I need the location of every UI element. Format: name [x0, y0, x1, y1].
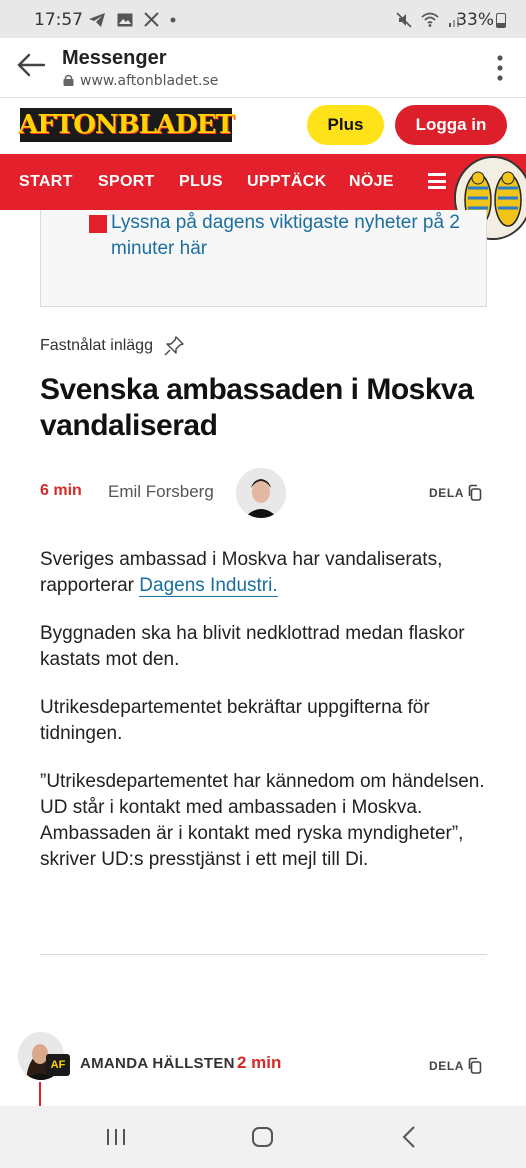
- login-button[interactable]: Logga in: [395, 105, 507, 145]
- nav-item-sport[interactable]: SPORT: [98, 173, 155, 191]
- back-icon[interactable]: [396, 1123, 424, 1151]
- share-button-2[interactable]: DELA: [429, 1057, 483, 1075]
- paragraph-3: Utrikesdepartementet bekräftar uppgifter…: [40, 697, 430, 744]
- plus-button[interactable]: Plus: [307, 105, 384, 145]
- share-label-2: DELA: [429, 1059, 465, 1073]
- post-divider: [40, 954, 487, 955]
- paragraph-2: Byggnaden ska ha blivit nedklottrad meda…: [40, 623, 465, 670]
- main-nav: START SPORT PLUS UPPTÄCK NÖJE: [0, 154, 526, 210]
- paragraph-1: Sveriges ambassad i Moskva har vandalise…: [40, 547, 490, 599]
- image-icon: [117, 13, 133, 26]
- dot-icon: [170, 17, 176, 22]
- share-label: DELA: [429, 486, 465, 500]
- post-headline: Svenska ambassaden i Moskva vandaliserad: [40, 373, 474, 442]
- post-time: 6 min: [40, 482, 82, 499]
- dagens-industri-link[interactable]: Dagens Industri.: [139, 575, 278, 597]
- status-time: 17:57: [34, 10, 83, 30]
- pinned-text: Fastnålat inlägg: [40, 337, 153, 354]
- wifi-icon: [421, 12, 439, 27]
- system-icons: [396, 10, 462, 28]
- podcast-promo: Lyssna på dagens viktigaste nyheter på 2…: [40, 210, 487, 307]
- home-icon[interactable]: [249, 1123, 277, 1151]
- author-avatar: [236, 468, 286, 518]
- timeline-line: [39, 1082, 41, 1108]
- aftonbladet-logo[interactable]: AFTONBLADET: [18, 108, 235, 142]
- battery-level: 33%: [456, 10, 494, 30]
- share-button[interactable]: DELA: [429, 484, 483, 502]
- copy-icon: [468, 484, 482, 501]
- back-arrow-icon[interactable]: [14, 48, 48, 82]
- notification-icons: [88, 9, 176, 28]
- lock-icon: [63, 74, 74, 86]
- nav-item-noje[interactable]: NÖJE: [349, 173, 394, 191]
- telegram-icon: [89, 12, 105, 27]
- next-post-author[interactable]: AMANDA HÄLLSTEN: [80, 1055, 235, 1072]
- battery-icon: [496, 13, 506, 28]
- aftonbladet-badge: AF: [46, 1054, 70, 1076]
- menu-icon[interactable]: [428, 173, 446, 189]
- next-post-time: 2 min: [237, 1053, 282, 1072]
- post-byline: 6 min Emil Forsberg: [40, 468, 490, 518]
- browser-url[interactable]: www.aftonbladet.se: [80, 73, 218, 89]
- copy-icon: [468, 1057, 482, 1074]
- system-nav-bar: [0, 1106, 526, 1168]
- recent-apps-icon[interactable]: [102, 1123, 130, 1151]
- status-bar: 17:57 33%: [0, 0, 526, 38]
- red-square-icon: [89, 215, 107, 233]
- nav-item-start[interactable]: START: [19, 173, 73, 191]
- browser-bar: Messenger www.aftonbladet.se: [0, 38, 526, 98]
- podcast-link[interactable]: Lyssna på dagens viktigaste nyheter på 2…: [111, 210, 471, 262]
- pinned-label: Fastnålat inlägg: [40, 335, 185, 357]
- browser-title: Messenger: [62, 47, 167, 69]
- x-icon: [144, 12, 159, 27]
- pin-icon: [164, 336, 184, 356]
- paragraph-4: ”Utrikesdepartementet har kännedom om hä…: [40, 771, 485, 870]
- post-author[interactable]: Emil Forsberg: [108, 482, 214, 502]
- mute-icon: [396, 11, 413, 28]
- nav-item-upptack[interactable]: UPPTÄCK: [247, 173, 326, 191]
- more-options-icon[interactable]: [496, 54, 504, 82]
- nav-item-plus[interactable]: PLUS: [179, 173, 223, 191]
